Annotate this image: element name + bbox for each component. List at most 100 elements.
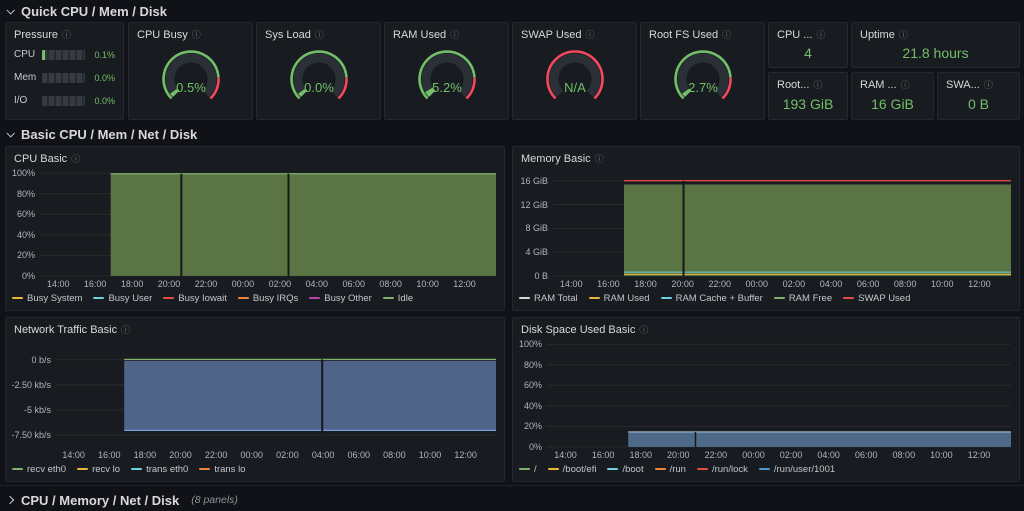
info-icon[interactable]: ⓘ bbox=[121, 323, 130, 336]
legend-color-marker bbox=[774, 297, 785, 299]
x-axis-tick: 22:00 bbox=[708, 279, 731, 289]
x-axis-tick: 00:00 bbox=[232, 279, 255, 289]
info-icon[interactable]: ⓘ bbox=[639, 323, 648, 336]
panel-header-network-traffic-basic[interactable]: Network Traffic Basic ⓘ bbox=[6, 318, 504, 338]
legend-label: RAM Cache + Buffer bbox=[676, 293, 763, 304]
panel-disk-space-used-basic: Disk Space Used Basic ⓘ 100%80%60%40%20%… bbox=[512, 317, 1020, 482]
legend-item[interactable]: trans lo bbox=[199, 464, 245, 475]
section-header-collapsed[interactable]: CPU / Memory / Net / Disk (8 panels) bbox=[7, 490, 238, 510]
info-icon[interactable]: ⓘ bbox=[71, 152, 80, 165]
panel-header-sys-load[interactable]: Sys Load ⓘ bbox=[257, 23, 380, 43]
info-icon[interactable]: ⓘ bbox=[192, 28, 201, 41]
chart-legend: RAM Total RAM Used RAM Cache + Buffer RAM F… bbox=[519, 290, 1011, 306]
legend-item[interactable]: recv lo bbox=[77, 464, 120, 475]
info-icon[interactable]: ⓘ bbox=[816, 28, 825, 41]
x-axis-tick: 06:00 bbox=[855, 450, 878, 460]
panel-header-swap-total[interactable]: SWA... ⓘ bbox=[938, 73, 1019, 93]
x-axis-tick: 18:00 bbox=[634, 279, 657, 289]
info-icon[interactable]: ⓘ bbox=[722, 28, 731, 41]
info-icon[interactable]: ⓘ bbox=[901, 78, 910, 91]
x-axis-tick: 12:00 bbox=[454, 450, 477, 460]
panel-header-cpu-basic[interactable]: CPU Basic ⓘ bbox=[6, 147, 504, 167]
x-axis-tick: 16:00 bbox=[98, 450, 121, 460]
legend-item[interactable]: SWAP Used bbox=[843, 293, 910, 304]
x-axis-tick: 22:00 bbox=[705, 450, 728, 460]
cpu-busy-gauge: 0.5% bbox=[129, 43, 252, 119]
legend-item[interactable]: recv eth0 bbox=[12, 464, 66, 475]
x-axis-tick: 20:00 bbox=[158, 279, 181, 289]
info-icon[interactable]: ⓘ bbox=[315, 28, 324, 41]
x-axis-tick: 04:00 bbox=[306, 279, 329, 289]
section-title: Quick CPU / Mem / Disk bbox=[21, 4, 167, 19]
x-axis-tick: 04:00 bbox=[312, 450, 335, 460]
info-icon[interactable]: ⓘ bbox=[586, 28, 595, 41]
pressure-label: Mem bbox=[14, 72, 37, 83]
y-axis-tick: 60% bbox=[17, 209, 35, 219]
panel-header-memory-basic[interactable]: Memory Basic ⓘ bbox=[513, 147, 1019, 167]
legend-item[interactable]: Idle bbox=[383, 293, 413, 304]
panel-title: SWA... bbox=[946, 79, 980, 91]
x-axis-tick: 22:00 bbox=[205, 450, 228, 460]
info-icon[interactable]: ⓘ bbox=[62, 28, 71, 41]
x-axis-tick: 12:00 bbox=[968, 450, 991, 460]
gauge-value: N/A bbox=[564, 80, 586, 95]
legend-item[interactable]: /boot/efi bbox=[548, 464, 597, 475]
panel-header-ram-total[interactable]: RAM ... ⓘ bbox=[852, 73, 933, 93]
info-icon[interactable]: ⓘ bbox=[984, 78, 993, 91]
panel-header-uptime[interactable]: Uptime ⓘ bbox=[852, 23, 1019, 43]
panel-header-ram-used[interactable]: RAM Used ⓘ bbox=[385, 23, 508, 43]
panel-title: Uptime bbox=[860, 29, 895, 41]
legend-label: Busy Other bbox=[324, 293, 372, 304]
cpu-basic-chart: 100%80%60%40%20%0%14:0016:0018:0020:0022… bbox=[6, 167, 504, 310]
panel-header-pressure[interactable]: Pressure ⓘ bbox=[6, 23, 123, 43]
y-axis-tick: -5 kb/s bbox=[24, 405, 51, 415]
panel-title: Root... bbox=[777, 79, 809, 91]
legend-item[interactable]: Busy Other bbox=[309, 293, 372, 304]
stat-value: 193 GiB bbox=[769, 93, 847, 119]
y-axis-tick: 20% bbox=[524, 421, 542, 431]
legend-item[interactable]: RAM Total bbox=[519, 293, 578, 304]
info-icon[interactable]: ⓘ bbox=[450, 28, 459, 41]
panel-header-swap-used[interactable]: SWAP Used ⓘ bbox=[513, 23, 636, 43]
panel-header-cpu-cores[interactable]: CPU ... ⓘ bbox=[769, 23, 847, 43]
stat-value: 16 GiB bbox=[852, 93, 933, 119]
panel-header-rootfs-total[interactable]: Root... ⓘ bbox=[769, 73, 847, 93]
section-header-basic[interactable]: Basic CPU / Mem / Net / Disk bbox=[7, 124, 197, 144]
section-header-quick[interactable]: Quick CPU / Mem / Disk bbox=[7, 1, 167, 21]
legend-item[interactable]: /run bbox=[655, 464, 686, 475]
panel-header-disk-space-used-basic[interactable]: Disk Space Used Basic ⓘ bbox=[513, 318, 1019, 338]
legend-item[interactable]: Busy Iowait bbox=[163, 293, 227, 304]
legend-item[interactable]: / bbox=[519, 464, 537, 475]
legend-item[interactable]: Busy IRQs bbox=[238, 293, 298, 304]
panel-rootfs-total: Root... ⓘ 193 GiB bbox=[768, 72, 848, 120]
pressure-row-io: I/O 0.0% bbox=[6, 89, 123, 112]
legend-color-marker bbox=[655, 468, 666, 470]
legend-item[interactable]: RAM Used bbox=[589, 293, 650, 304]
legend-item[interactable]: /run/lock bbox=[697, 464, 748, 475]
legend-item[interactable]: trans eth0 bbox=[131, 464, 188, 475]
info-icon[interactable]: ⓘ bbox=[813, 78, 822, 91]
info-icon[interactable]: ⓘ bbox=[595, 152, 604, 165]
panel-header-cpu-busy[interactable]: CPU Busy ⓘ bbox=[129, 23, 252, 43]
legend-label: RAM Used bbox=[604, 293, 650, 304]
legend-item[interactable]: /boot bbox=[607, 464, 643, 475]
y-axis-tick: -2.50 kb/s bbox=[11, 380, 51, 390]
chart-canvas bbox=[56, 341, 496, 448]
x-axis-tick: 02:00 bbox=[269, 279, 292, 289]
gauge-canvas: 0.5% bbox=[139, 46, 243, 114]
legend-item[interactable]: Busy User bbox=[93, 293, 152, 304]
panel-memory-basic: Memory Basic ⓘ 16 GiB12 GiB8 GiB4 GiB0 B… bbox=[512, 146, 1020, 311]
x-axis-tick: 16:00 bbox=[597, 279, 620, 289]
swap-used-gauge: N/A bbox=[513, 43, 636, 119]
panel-header-root-fs-used[interactable]: Root FS Used ⓘ bbox=[641, 23, 764, 43]
legend-item[interactable]: Busy System bbox=[12, 293, 82, 304]
info-icon[interactable]: ⓘ bbox=[899, 28, 908, 41]
x-axis-tick: 06:00 bbox=[857, 279, 880, 289]
legend-item[interactable]: RAM Free bbox=[774, 293, 832, 304]
panel-title: Memory Basic bbox=[521, 153, 591, 165]
legend-item[interactable]: /run/user/1001 bbox=[759, 464, 835, 475]
legend-item[interactable]: RAM Cache + Buffer bbox=[661, 293, 763, 304]
x-axis-tick: 18:00 bbox=[121, 279, 144, 289]
gauge-canvas: 2.7% bbox=[651, 46, 755, 114]
legend-color-marker bbox=[12, 297, 23, 299]
